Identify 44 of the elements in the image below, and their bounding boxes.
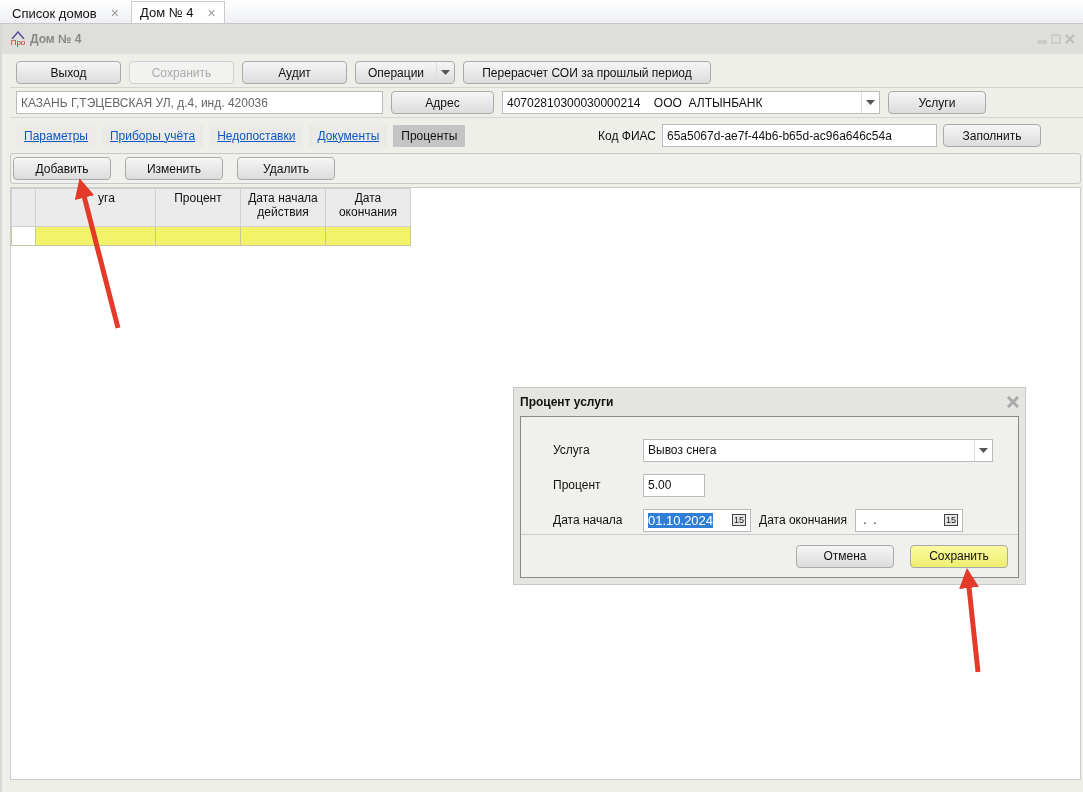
start-date-label: Дата начала	[553, 513, 624, 527]
services-button[interactable]: Услуги	[888, 91, 986, 114]
percent-field[interactable]: 5.00	[643, 473, 705, 497]
toolbar-button[interactable]: Выход	[16, 61, 121, 84]
window-title: Дом № 4	[30, 32, 82, 46]
section-tab[interactable]: Параметры	[16, 124, 96, 147]
grid-toolbar-button[interactable]: Изменить	[125, 157, 223, 180]
grid-toolbar-button[interactable]: Добавить	[13, 157, 111, 180]
toolbar-button[interactable]: Перерасчет СОИ за прошлый период	[463, 61, 711, 84]
dialog-button[interactable]: Сохранить	[910, 544, 1008, 568]
document-tab[interactable]: Дом № 4 ×	[130, 1, 225, 23]
end-date-field[interactable]: . . 15	[855, 508, 964, 532]
operations-dropdown-button[interactable]: Операции	[355, 61, 455, 84]
section-tab[interactable]: Приборы учёта	[101, 124, 204, 147]
caret-icon	[866, 100, 875, 105]
fias-label: Код ФИАС	[598, 128, 656, 143]
service-label: Услуга	[553, 443, 591, 457]
service-dropdown[interactable]: Вывоз снега	[643, 438, 993, 462]
dialog-title: Процент услуги	[520, 395, 614, 409]
percent-label: Процент	[553, 478, 602, 492]
house-logo: Про	[10, 31, 26, 47]
column-header[interactable]: уга	[35, 188, 156, 227]
address-button[interactable]: Адрес	[391, 91, 494, 114]
section-tab[interactable]: Проценты	[393, 124, 466, 147]
maximize-icon[interactable]	[1051, 34, 1061, 44]
dialog-button[interactable]: Отмена	[796, 544, 894, 568]
close-icon[interactable]	[1065, 34, 1075, 44]
account-dropdown[interactable]: 40702810300030000214 ООО АЛТЫНБАНК	[502, 91, 880, 114]
fias-field[interactable]: 65a5067d-ae7f-44b6-b65d-ac96a646c54a	[662, 124, 937, 147]
caret-icon	[441, 70, 450, 75]
document-tab[interactable]: Список домов ×	[4, 3, 127, 23]
grid-toolbar-button[interactable]: Удалить	[237, 157, 335, 180]
section-tab[interactable]: Документы	[309, 124, 388, 147]
caret-icon	[979, 447, 988, 453]
end-date-label: Дата окончания	[759, 513, 848, 527]
address-field[interactable]: КАЗАНЬ Г,ТЭЦЕВСКАЯ УЛ, д.4, инд. 420036	[16, 91, 383, 114]
close-icon[interactable]	[1007, 396, 1019, 408]
section-tab[interactable]: Недопоставки	[209, 124, 304, 147]
toolbar-button[interactable]: Аудит	[242, 61, 347, 84]
start-date-field[interactable]: 01.10.2024 15	[643, 508, 751, 532]
fill-button[interactable]: Заполнить	[943, 124, 1041, 147]
column-header[interactable]: Дата начала действия	[240, 188, 326, 227]
column-header[interactable]: Процент	[155, 188, 241, 227]
column-header[interactable]: Дата окончания	[325, 188, 411, 227]
